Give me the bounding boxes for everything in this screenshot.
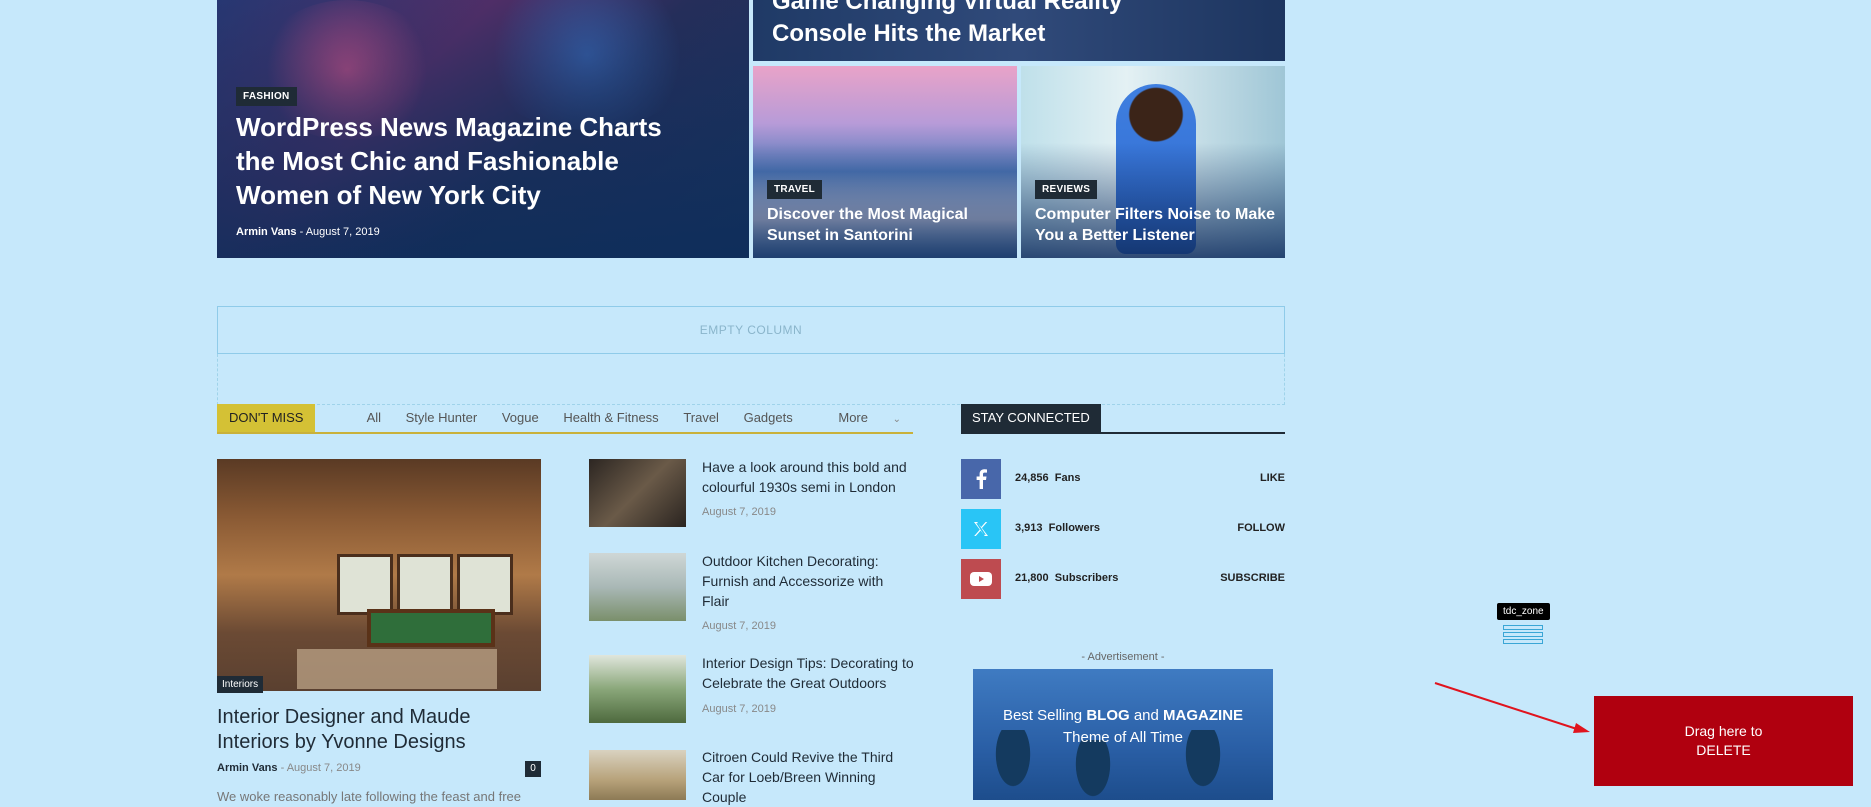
tab-all[interactable]: All <box>367 410 381 425</box>
post-date: August 7, 2019 <box>286 762 361 774</box>
hero-reviews-tile[interactable]: REVIEWS Computer Filters Noise to Make Y… <box>1021 66 1285 258</box>
tab-travel[interactable]: Travel <box>683 410 719 425</box>
follow-button[interactable]: FOLLOW <box>1237 522 1285 534</box>
category-tag-fashion[interactable]: FASHION <box>236 87 297 106</box>
featured-image[interactable] <box>217 459 541 691</box>
hero-top-tile[interactable]: Game Changing Virtual Reality Console Hi… <box>753 0 1285 61</box>
hero-top-title[interactable]: Game Changing Virtual Reality Console Hi… <box>772 0 1122 50</box>
dont-miss-header: DON'T MISS All Style Hunter Vogue Health… <box>217 404 913 434</box>
image-rug <box>297 649 497 689</box>
advertisement-text: Best Selling BLOG and MAGAZINE Theme of … <box>1002 707 1244 746</box>
list-item-title[interactable]: Citroen Could Revive the Third Car for L… <box>702 747 914 807</box>
list-item-date: August 7, 2019 <box>702 703 777 715</box>
stay-connected-label: STAY CONNECTED <box>961 404 1101 432</box>
image-window <box>337 554 393 615</box>
x-twitter-icon <box>961 509 1001 549</box>
hero-big-title[interactable]: WordPress News Magazine Charts the Most … <box>236 110 736 212</box>
hero-reviews-title[interactable]: Computer Filters Noise to Make You a Bet… <box>1035 204 1280 246</box>
category-tag-reviews[interactable]: REVIEWS <box>1035 180 1098 199</box>
list-item-thumbnail[interactable] <box>589 459 686 527</box>
tab-style-hunter[interactable]: Style Hunter <box>406 410 478 425</box>
hero-santorini-tile[interactable]: TRAVEL Discover the Most Magical Sunset … <box>753 66 1017 258</box>
dont-miss-label: DON'T MISS <box>217 404 316 432</box>
tab-more[interactable]: More ⌄ <box>817 410 901 425</box>
hero-big-tile[interactable]: FASHION WordPress News Magazine Charts t… <box>217 0 749 258</box>
post-date: August 7, 2019 <box>305 226 380 238</box>
hero-big-meta: Armin Vans - August 7, 2019 <box>236 226 380 238</box>
image-pool-table <box>367 609 495 647</box>
subscribe-button[interactable]: SUBSCRIBE <box>1220 572 1285 584</box>
list-item-title[interactable]: Interior Design Tips: Decorating to Cele… <box>702 653 914 693</box>
featured-excerpt: We woke reasonably late following the fe… <box>217 789 521 804</box>
category-tag-interiors[interactable]: Interiors <box>217 676 264 693</box>
author-name[interactable]: Armin Vans <box>217 762 278 774</box>
advertisement-label: - Advertisement - <box>1081 651 1165 663</box>
zone-tooltip: tdc_zone <box>1497 603 1550 620</box>
featured-meta: Armin Vans - August 7, 2019 <box>217 762 361 774</box>
list-item-date: August 7, 2019 <box>702 506 777 518</box>
author-name[interactable]: Armin Vans <box>236 226 297 238</box>
facebook-icon <box>961 459 1001 499</box>
social-row-facebook[interactable]: 24,856 Fans LIKE <box>961 459 1285 499</box>
tab-health-fitness[interactable]: Health & Fitness <box>563 410 658 425</box>
comment-count-badge[interactable]: 0 <box>525 761 541 777</box>
image-window <box>397 554 453 615</box>
delete-drop-zone[interactable]: Drag here to DELETE <box>1594 696 1853 786</box>
zone-handle[interactable] <box>1503 625 1543 644</box>
like-button[interactable]: LIKE <box>1260 472 1285 484</box>
list-item-thumbnail[interactable] <box>589 553 686 621</box>
category-tag-travel[interactable]: TRAVEL <box>767 180 823 199</box>
youtube-icon <box>961 559 1001 599</box>
chevron-down-icon: ⌄ <box>892 414 901 425</box>
list-item-thumbnail[interactable] <box>589 750 686 800</box>
empty-column-placeholder[interactable]: EMPTY COLUMN <box>217 306 1285 354</box>
tab-gadgets[interactable]: Gadgets <box>744 410 793 425</box>
list-item-thumbnail[interactable] <box>589 655 686 723</box>
list-item-date: August 7, 2019 <box>702 620 777 632</box>
stay-connected-header: STAY CONNECTED <box>961 404 1285 434</box>
dashed-drop-area <box>217 354 1285 405</box>
tab-vogue[interactable]: Vogue <box>502 410 539 425</box>
list-item-title[interactable]: Outdoor Kitchen Decorating: Furnish and … <box>702 551 914 611</box>
image-window <box>457 554 513 615</box>
social-row-twitter[interactable]: 3,913 Followers FOLLOW <box>961 509 1285 549</box>
arrow-pointer-icon <box>1434 682 1590 733</box>
advertisement-banner[interactable]: Best Selling BLOG and MAGAZINE Theme of … <box>973 669 1273 800</box>
featured-title[interactable]: Interior Designer and Maude Interiors by… <box>217 705 547 755</box>
palm-tree-decoration <box>1063 740 1123 800</box>
hero-santorini-title[interactable]: Discover the Most Magical Sunset in Sant… <box>767 204 1007 246</box>
dont-miss-tabs: All Style Hunter Vogue Health & Fitness … <box>346 404 901 432</box>
social-row-youtube[interactable]: 21,800 Subscribers SUBSCRIBE <box>961 559 1285 599</box>
list-item-title[interactable]: Have a look around this bold and colourf… <box>702 457 914 497</box>
